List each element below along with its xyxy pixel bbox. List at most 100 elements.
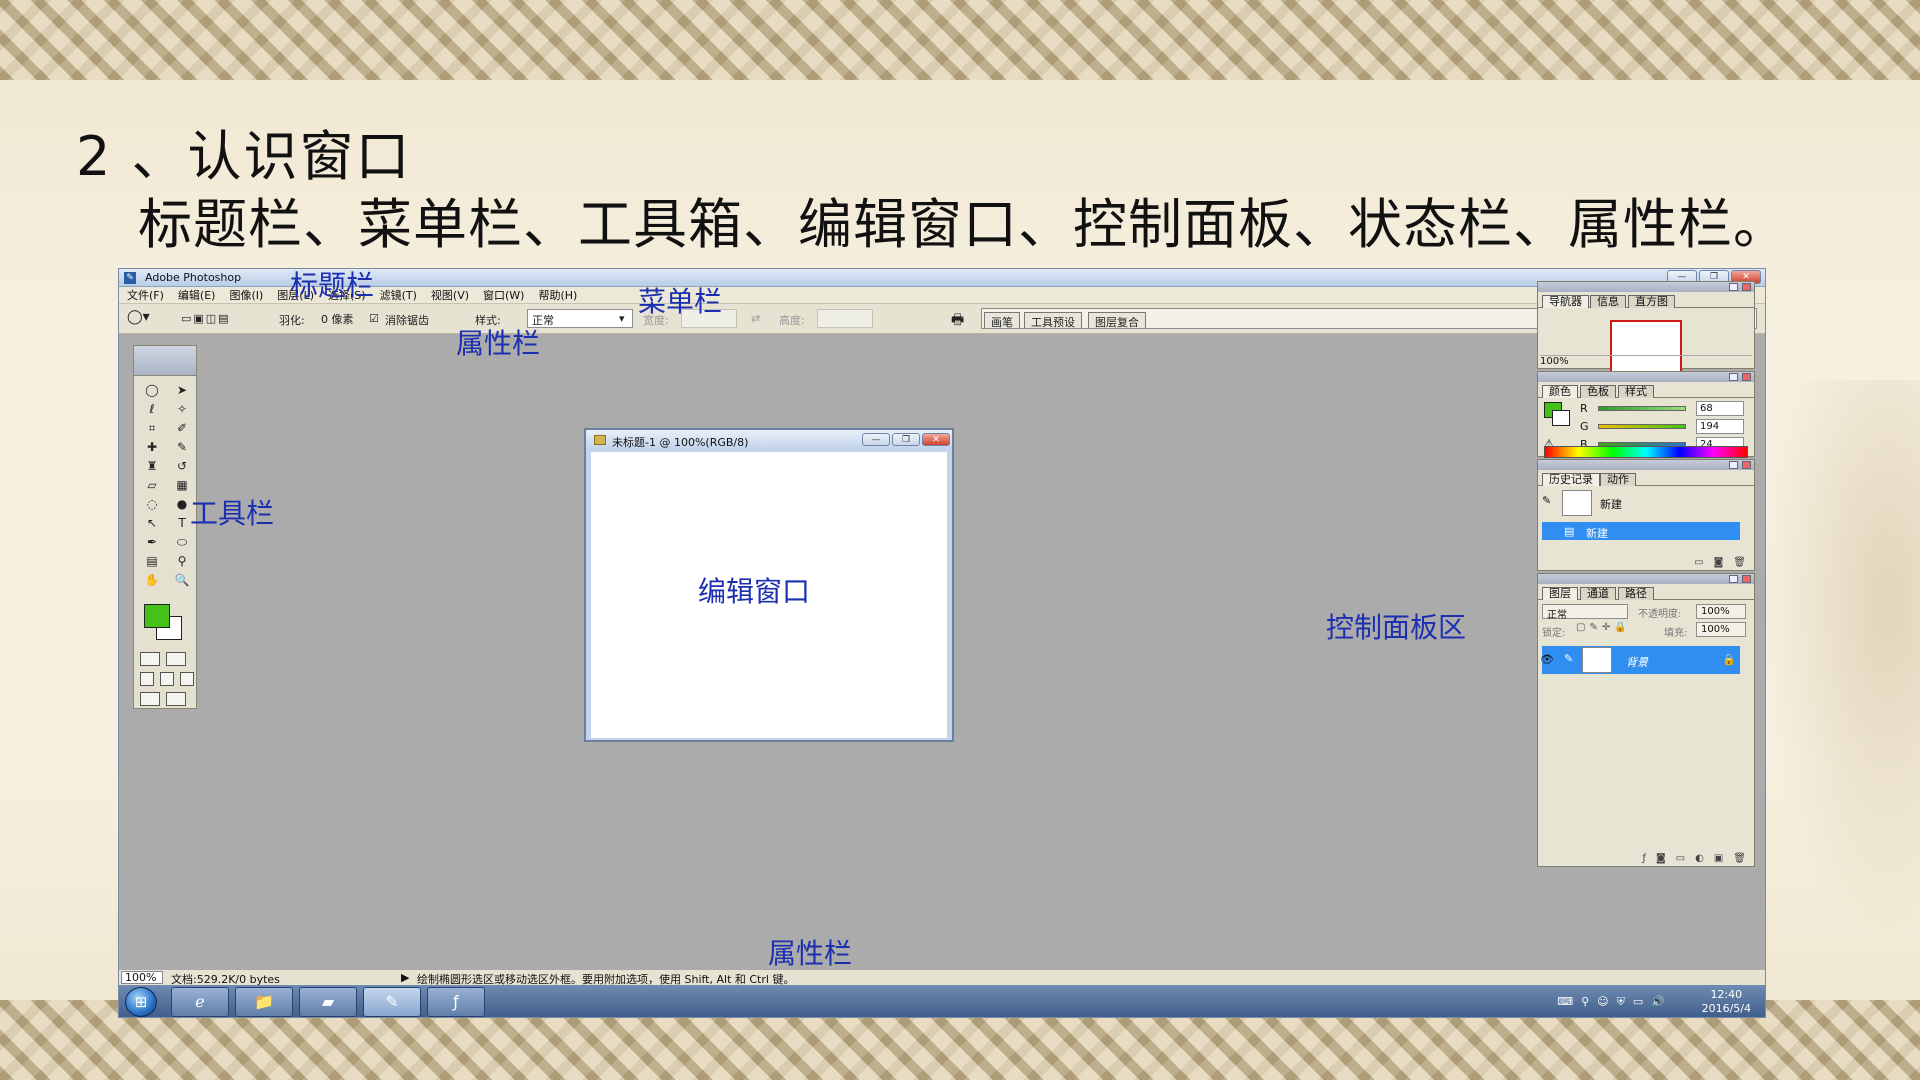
panel-close-icon[interactable]: [1742, 575, 1751, 583]
screen-mode-1-icon[interactable]: [140, 672, 154, 686]
tab-navigator[interactable]: 导航器: [1542, 295, 1589, 308]
panel-minimize-icon[interactable]: [1729, 575, 1738, 583]
channel-r-slider[interactable]: [1598, 406, 1686, 411]
app-taskbar-icon[interactable]: ▰: [299, 987, 357, 1017]
navigator-zoom[interactable]: 100%: [1540, 356, 1569, 367]
photoshop-taskbar-icon[interactable]: ✎: [363, 987, 421, 1017]
flash-taskbar-icon[interactable]: ƒ: [427, 987, 485, 1017]
pen-tool-icon[interactable]: ✒: [139, 534, 165, 550]
eyedropper-icon[interactable]: ⚲: [169, 553, 195, 569]
menu-help[interactable]: 帮助(H): [538, 287, 577, 303]
tab-layers[interactable]: 图层: [1542, 587, 1578, 600]
doc-minimize-button[interactable]: —: [862, 433, 890, 446]
well-tab-layer-comps[interactable]: 图层复合: [1088, 312, 1146, 329]
explorer-taskbar-icon[interactable]: 📁: [235, 987, 293, 1017]
panel-minimize-icon[interactable]: [1729, 461, 1738, 469]
blur-tool-icon[interactable]: ◌: [139, 496, 165, 512]
menu-filter[interactable]: 滤镜(T): [380, 287, 417, 303]
history-snapshot-label[interactable]: 新建: [1600, 496, 1622, 512]
path-selection-icon[interactable]: ↖: [139, 515, 165, 531]
panel-close-icon[interactable]: [1742, 373, 1751, 381]
style-select[interactable]: 正常: [527, 309, 633, 328]
snapshot-icon[interactable]: ◙: [1714, 557, 1724, 568]
screen-mode-2-icon[interactable]: [160, 672, 174, 686]
history-brush-source-icon[interactable]: ✎: [1542, 494, 1551, 507]
channel-g-value[interactable]: 194: [1696, 419, 1744, 434]
opacity-input[interactable]: 100%: [1696, 604, 1746, 619]
hand-tool-icon[interactable]: ✋: [139, 572, 165, 588]
brush-tool-icon[interactable]: ✎: [169, 439, 195, 455]
blend-mode-select[interactable]: 正常: [1542, 604, 1628, 621]
trash-icon[interactable]: 🗑: [1733, 557, 1746, 568]
tab-info[interactable]: 信息: [1590, 295, 1626, 308]
tab-actions[interactable]: 动作: [1600, 473, 1636, 486]
history-snapshot-thumbnail[interactable]: [1562, 490, 1592, 516]
tab-color[interactable]: 颜色: [1542, 385, 1578, 398]
well-tab-tool-presets[interactable]: 工具预设: [1024, 312, 1082, 329]
color-bg-swatch[interactable]: [1552, 410, 1570, 426]
color-spectrum-bar[interactable]: [1544, 446, 1748, 458]
panel-minimize-icon[interactable]: [1729, 283, 1738, 291]
channel-g-slider[interactable]: [1598, 424, 1686, 429]
layer-style-icon[interactable]: ƒ: [1642, 853, 1646, 864]
channel-r-value[interactable]: 68: [1696, 401, 1744, 416]
panel-close-icon[interactable]: [1742, 461, 1751, 469]
start-button[interactable]: ⊞: [125, 987, 157, 1017]
layer-set-icon[interactable]: ▭: [1676, 853, 1685, 864]
tab-channels[interactable]: 通道: [1580, 587, 1616, 600]
menu-image[interactable]: 图像(I): [229, 287, 263, 303]
network-tray-icon[interactable]: ⚲: [1581, 995, 1589, 1009]
crop-tool-icon[interactable]: ⌗: [139, 420, 165, 436]
status-arrow-icon[interactable]: ▶: [401, 971, 409, 984]
tab-styles[interactable]: 样式: [1618, 385, 1654, 398]
fill-input[interactable]: 100%: [1696, 622, 1746, 637]
style-dropdown-icon[interactable]: ▾: [619, 312, 625, 325]
adjustment-layer-icon[interactable]: ◐: [1695, 853, 1704, 864]
height-input[interactable]: [817, 309, 873, 328]
magic-wand-icon[interactable]: ✧: [169, 401, 195, 417]
zoom-tool-icon[interactable]: 🔍: [169, 572, 195, 588]
history-state-row[interactable]: ▤ 新建: [1542, 522, 1740, 540]
layer-visibility-eye-icon[interactable]: 👁: [1540, 653, 1554, 666]
lasso-tool-icon[interactable]: ℓ: [139, 401, 165, 417]
selection-mode-icons[interactable]: ▭▣◫▤: [181, 312, 231, 325]
screen-mode-3-icon[interactable]: [180, 672, 194, 686]
swap-icon[interactable]: ⇄: [751, 312, 760, 325]
notes-tool-icon[interactable]: ▤: [139, 553, 165, 569]
gradient-tool-icon[interactable]: ▦: [169, 477, 195, 493]
history-brush-icon[interactable]: ↺: [169, 458, 195, 474]
new-document-from-state-icon[interactable]: ▭: [1694, 557, 1703, 568]
keyboard-tray-icon[interactable]: ⌨: [1557, 995, 1573, 1009]
menu-view[interactable]: 视图(V): [431, 287, 469, 303]
qq-tray-icon[interactable]: ☺: [1597, 995, 1608, 1009]
taskbar-clock[interactable]: 12:40 2016/5/4: [1702, 988, 1751, 1016]
layer-mask-icon[interactable]: ◙: [1656, 853, 1666, 864]
doc-restore-button[interactable]: ❐: [892, 433, 920, 446]
delete-layer-icon[interactable]: 🗑: [1733, 853, 1746, 864]
feather-input[interactable]: 0 像素: [317, 309, 363, 328]
checkmark-icon[interactable]: [166, 692, 186, 706]
lock-icons[interactable]: ▢✎✛🔒: [1576, 622, 1631, 633]
panel-close-icon[interactable]: [1742, 283, 1751, 291]
browser-taskbar-icon[interactable]: ℯ: [171, 987, 229, 1017]
printer-icon[interactable]: 🖶: [951, 309, 964, 333]
healing-brush-icon[interactable]: ✚: [139, 439, 165, 455]
marquee-tool-icon[interactable]: ◯: [139, 382, 165, 398]
eraser-icon[interactable]: ▱: [139, 477, 165, 493]
foreground-color-swatch-top[interactable]: [144, 604, 170, 628]
navigator-thumbnail[interactable]: [1610, 320, 1682, 376]
status-zoom-input[interactable]: 100%: [121, 971, 163, 984]
tab-paths[interactable]: 路径: [1618, 587, 1654, 600]
security-tray-icon[interactable]: ⛨: [1617, 995, 1625, 1009]
menu-edit[interactable]: 编辑(E): [178, 287, 216, 303]
shape-tool-icon[interactable]: ⬭: [169, 534, 195, 550]
slice-tool-icon[interactable]: ✐: [169, 420, 195, 436]
menu-file[interactable]: 文件(F): [127, 287, 164, 303]
jump-to-imageready-icon[interactable]: [140, 692, 160, 706]
marquee-tool-preset-icon[interactable]: ◯▾: [127, 309, 150, 325]
move-tool-icon[interactable]: ➤: [169, 382, 195, 398]
standard-mode-icon[interactable]: [140, 652, 160, 666]
panel-minimize-icon[interactable]: [1729, 373, 1738, 381]
layer-row-background[interactable]: 👁 ✎ 背景 🔒: [1540, 646, 1740, 674]
menu-window[interactable]: 窗口(W): [483, 287, 524, 303]
